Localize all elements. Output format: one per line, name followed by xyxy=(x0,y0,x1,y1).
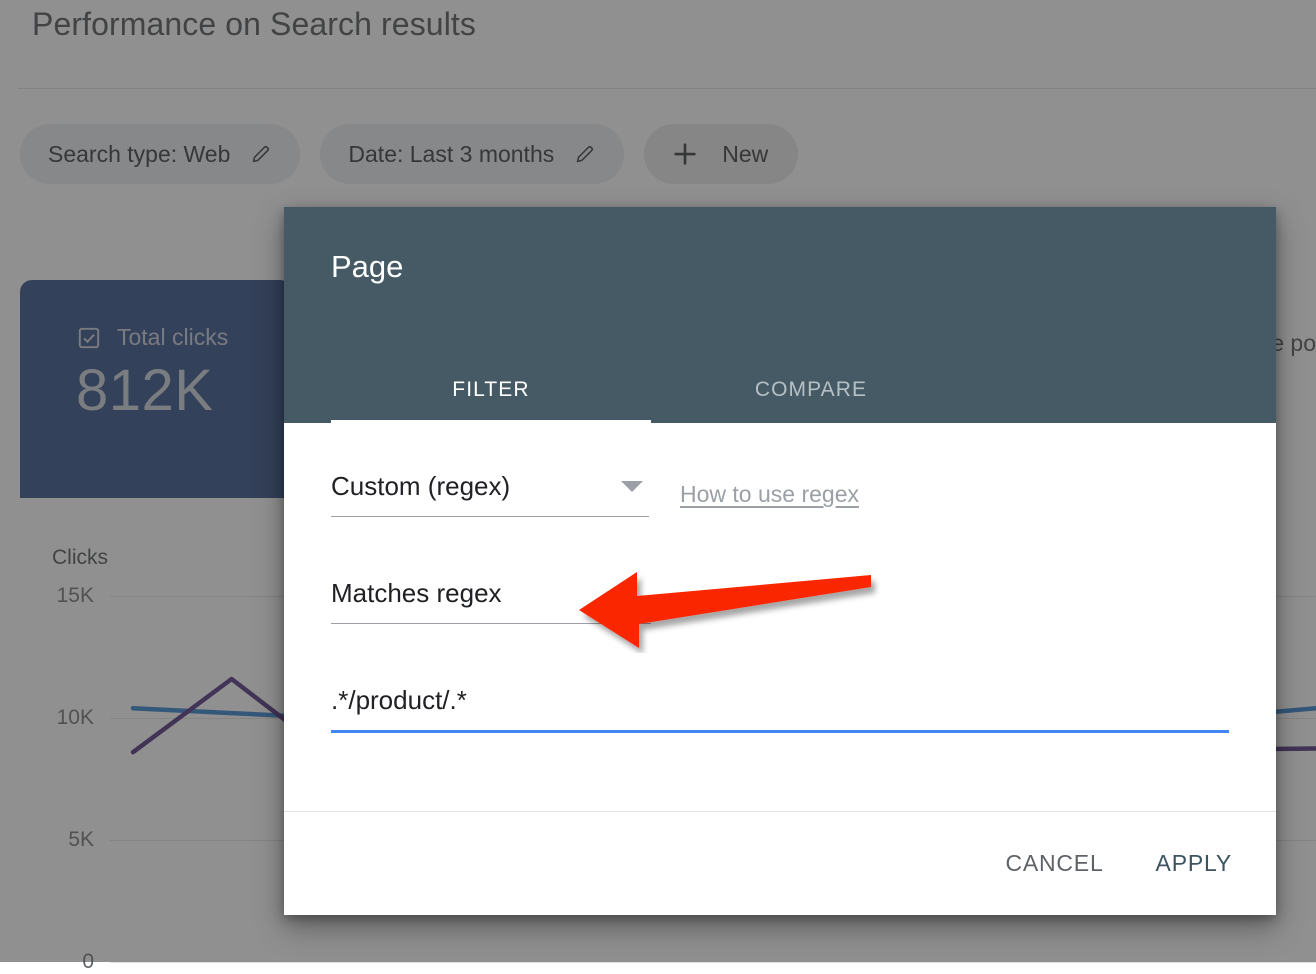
metric-card-total-clicks[interactable]: Total clicks 812K xyxy=(20,280,292,498)
apply-button[interactable]: APPLY xyxy=(1148,840,1240,887)
metric-card-label: Total clicks xyxy=(117,324,228,351)
regex-input[interactable]: .*/product/.* xyxy=(331,685,1229,733)
regex-input-value: .*/product/.* xyxy=(331,685,467,715)
tab-compare[interactable]: COMPARE xyxy=(651,357,971,423)
tab-compare-label: COMPARE xyxy=(755,378,867,402)
plus-icon xyxy=(670,139,700,169)
match-type-select-inner: Custom (regex) xyxy=(331,471,649,517)
page-title: Performance on Search results xyxy=(32,6,476,43)
filter-chip-bar: Search type: Web Date: Last 3 months xyxy=(20,124,798,184)
chart-gridline xyxy=(110,962,1316,963)
operator-select[interactable]: Matches regex xyxy=(331,578,651,624)
regex-input-inner: .*/product/.* xyxy=(331,685,1229,733)
match-type-select[interactable]: Custom (regex) xyxy=(331,471,649,517)
match-type-value: Custom (regex) xyxy=(331,471,510,502)
dialog-header: Page FILTER COMPARE xyxy=(284,207,1276,423)
dialog-tabs: FILTER COMPARE xyxy=(331,357,971,423)
header-divider xyxy=(18,88,1316,89)
chevron-down-icon xyxy=(621,481,643,492)
checkbox-checked-icon[interactable] xyxy=(76,325,102,351)
chip-date[interactable]: Date: Last 3 months xyxy=(320,124,624,184)
tab-filter[interactable]: FILTER xyxy=(331,357,651,423)
pencil-icon xyxy=(574,143,596,165)
tab-filter-label: FILTER xyxy=(452,378,529,402)
chip-new-filter[interactable]: New xyxy=(644,124,798,184)
dialog-action-bar: CANCEL APPLY xyxy=(284,811,1276,915)
how-to-use-regex-link[interactable]: How to use regex xyxy=(680,481,859,508)
metric-card-right-partial-label: e po xyxy=(1271,330,1316,357)
chip-new-filter-label: New xyxy=(722,141,768,168)
operator-value: Matches regex xyxy=(331,578,502,608)
pencil-icon xyxy=(250,143,272,165)
chip-date-label: Date: Last 3 months xyxy=(348,141,554,168)
chip-search-type-label: Search type: Web xyxy=(48,141,230,168)
operator-select-inner: Matches regex xyxy=(331,578,651,624)
metric-label-row: Total clicks xyxy=(76,324,292,351)
metric-card-value: 812K xyxy=(76,357,292,424)
page-filter-dialog: Page FILTER COMPARE Custom (regex) How t… xyxy=(284,207,1276,915)
dialog-title: Page xyxy=(331,249,403,285)
dialog-body: Custom (regex) How to use regex Matches … xyxy=(284,423,1276,811)
cancel-button[interactable]: CANCEL xyxy=(997,840,1111,887)
chip-search-type[interactable]: Search type: Web xyxy=(20,124,300,184)
